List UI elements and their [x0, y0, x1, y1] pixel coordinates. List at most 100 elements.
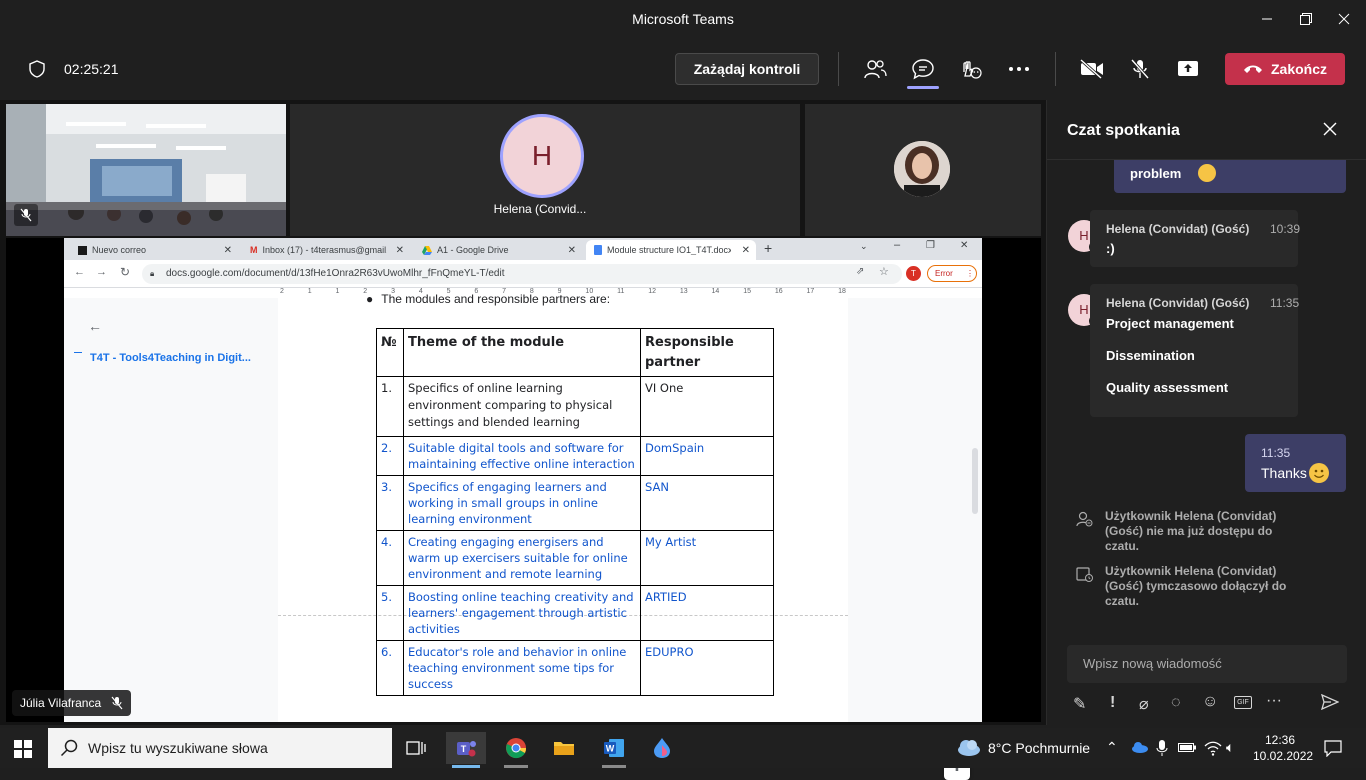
battery-icon[interactable] [1178, 741, 1196, 753]
lock-icon: 🔒︎ [150, 269, 155, 278]
ruler-tick-label: 15 [743, 288, 751, 295]
doc-scrollbar[interactable] [972, 448, 978, 514]
table-cell: DomSpain [640, 436, 774, 476]
profile-avatar[interactable]: T [906, 266, 921, 281]
back-icon[interactable]: ← [74, 266, 85, 278]
phone-hangup-icon [1243, 64, 1263, 74]
share-page-icon[interactable]: ⇗ [856, 266, 864, 277]
system-message-line: (Gość) tymczasowo dołączył do [1105, 579, 1287, 593]
request-control-button[interactable]: Zażądaj kontroli [675, 53, 819, 85]
table-cell: 4. [376, 530, 404, 586]
volume-icon[interactable]: 🔈︎ [1226, 739, 1234, 756]
chrome-taskbar-icon[interactable] [496, 732, 536, 764]
share-screen-icon[interactable] [1173, 56, 1203, 82]
minimize-icon[interactable] [1256, 8, 1278, 30]
new-tab-icon[interactable]: + [764, 240, 772, 256]
browser-tab[interactable]: Nuevo correo ✕ [70, 240, 238, 260]
system-message-line: Użytkownik Helena (Convidat) [1105, 509, 1277, 523]
task-view-icon[interactable] [396, 732, 436, 764]
shield-icon [28, 59, 46, 79]
shared-screen[interactable]: Nuevo correo ✕ M Inbox (17) - t4terasmus… [64, 238, 982, 780]
end-call-button[interactable]: Zakończ [1225, 53, 1345, 85]
ruler-tick-label: 13 [679, 288, 688, 295]
system-message: Użytkownik Helena (Convidat) (Gość) tymc… [1105, 564, 1286, 609]
mic-off-icon[interactable] [1125, 56, 1155, 82]
doc-bullet-line: ● The modules and responsible partners ar… [366, 292, 611, 306]
forward-icon[interactable]: → [96, 266, 107, 278]
loop-icon[interactable]: ◌ [1171, 694, 1181, 712]
word-taskbar-icon[interactable]: W [594, 732, 634, 764]
reload-icon[interactable]: ↻ [120, 265, 130, 279]
browser-tab[interactable]: A1 - Google Drive ✕ [414, 240, 582, 260]
notifications-icon[interactable] [1324, 739, 1342, 757]
system-message-line: (Gość) nie ma już dostępu do [1105, 524, 1273, 538]
table-row: 3. Specifics of engaging learners and wo… [376, 475, 774, 531]
message-sender: Helena (Convidat) (Gość) [1106, 296, 1250, 310]
chat-message[interactable]: Helena (Convidat) (Gość) 10:39 :) [1090, 210, 1300, 267]
presenter-name-badge: Júlia Vilafranca [12, 690, 132, 716]
windows-start-icon[interactable] [14, 740, 32, 758]
file-explorer-icon[interactable] [544, 732, 584, 764]
chat-icon[interactable] [908, 56, 938, 82]
table-row: 4. Creating engaging energisers and warm… [376, 530, 774, 586]
browser-tab-label: Inbox (17) - t4terasmus@gmail.c [262, 245, 387, 255]
table-row: 6. Educator's role and behavior in onlin… [376, 640, 774, 696]
teams-taskbar-icon[interactable]: T [446, 732, 486, 764]
browser-close-icon[interactable]: ✕ [960, 240, 968, 251]
ruler-tick-label: 2 [280, 288, 284, 295]
camera-off-icon[interactable] [1077, 56, 1107, 82]
gif-icon[interactable]: GIF [1234, 696, 1252, 709]
message-text: Project management [1106, 316, 1234, 331]
microphone-tray-icon[interactable] [1156, 739, 1168, 757]
message-compose-input[interactable]: Wpisz nową wiadomość [1067, 645, 1347, 683]
close-tab-icon[interactable]: ✕ [396, 245, 404, 256]
system-message-line: Użytkownik Helena (Convidat) [1105, 564, 1277, 578]
wifi-icon[interactable] [1204, 740, 1222, 756]
svg-text:W: W [606, 744, 615, 754]
close-tab-icon[interactable]: ✕ [568, 245, 576, 256]
close-tab-icon[interactable]: ✕ [224, 245, 232, 256]
vertical-ruler [66, 298, 72, 722]
paint-app-icon[interactable] [642, 732, 682, 764]
url-field[interactable]: 🔒︎ docs.google.com/document/d/13fHe1Onra… [142, 264, 902, 284]
more-compose-icon[interactable]: ··· [1266, 692, 1282, 710]
important-icon[interactable]: ! [1110, 694, 1115, 712]
emoji-icon[interactable]: ☺ [1202, 693, 1218, 711]
close-tab-icon[interactable]: ✕ [742, 245, 750, 256]
close-window-icon[interactable] [1333, 8, 1355, 30]
format-icon[interactable]: ✎ [1073, 694, 1086, 714]
send-icon[interactable] [1321, 694, 1339, 710]
chat-message[interactable]: Helena (Convidat) (Gość) 11:35 Project m… [1090, 284, 1299, 417]
presenter-muted-icon [111, 696, 123, 710]
room-video-tile[interactable] [6, 104, 286, 236]
browser-restore-icon[interactable]: ❐ [926, 240, 935, 251]
system-message: Użytkownik Helena (Convidat) (Gość) nie … [1105, 509, 1276, 554]
my-chat-message[interactable]: 11:35 Thanks [1245, 434, 1346, 492]
close-chat-icon[interactable] [1323, 122, 1337, 136]
message-text: Dissemination [1106, 348, 1195, 363]
doc-outline-title[interactable]: T4T - Tools4Teaching in Digit... [90, 352, 251, 364]
browser-minimize-icon[interactable]: – [894, 239, 900, 251]
table-cell: Boosting online teaching creativity and … [403, 585, 641, 641]
bookmark-star-icon[interactable]: ☆ [879, 265, 889, 278]
doc-bullet-text: The modules and responsible partners are… [381, 292, 611, 306]
browser-tab-active[interactable]: Module structure IO1_T4T.docx - ✕ [586, 240, 756, 260]
reactions-icon[interactable] [955, 56, 985, 82]
taskbar-search-input[interactable]: Wpisz tu wyszukiwane słowa [48, 728, 392, 768]
weather-text[interactable]: 8°C Pochmurnie [988, 740, 1090, 756]
table-cell: Specifics of online learning environment… [403, 376, 641, 437]
browser-tab-label: Nuevo correo [92, 245, 147, 255]
more-options-icon[interactable] [1004, 56, 1034, 82]
attach-icon[interactable]: ⌀ [1139, 694, 1149, 714]
participants-icon[interactable] [860, 56, 890, 82]
tab-search-icon[interactable]: ⌄ [860, 241, 868, 252]
taskbar-clock[interactable]: 12:36 10.02.2022 [1253, 732, 1313, 764]
browser-error-button[interactable]: Error ⋮ [927, 265, 977, 282]
maximize-icon[interactable] [1295, 8, 1317, 30]
table-header: Theme of the module [403, 328, 641, 377]
close-outline-icon[interactable]: ← [88, 318, 102, 334]
tray-expand-icon[interactable]: ⌃ [1106, 739, 1118, 756]
browser-tab[interactable]: M Inbox (17) - t4terasmus@gmail.c ✕ [242, 240, 410, 260]
onedrive-icon[interactable] [1130, 741, 1148, 753]
muted-mic-icon [14, 204, 38, 226]
